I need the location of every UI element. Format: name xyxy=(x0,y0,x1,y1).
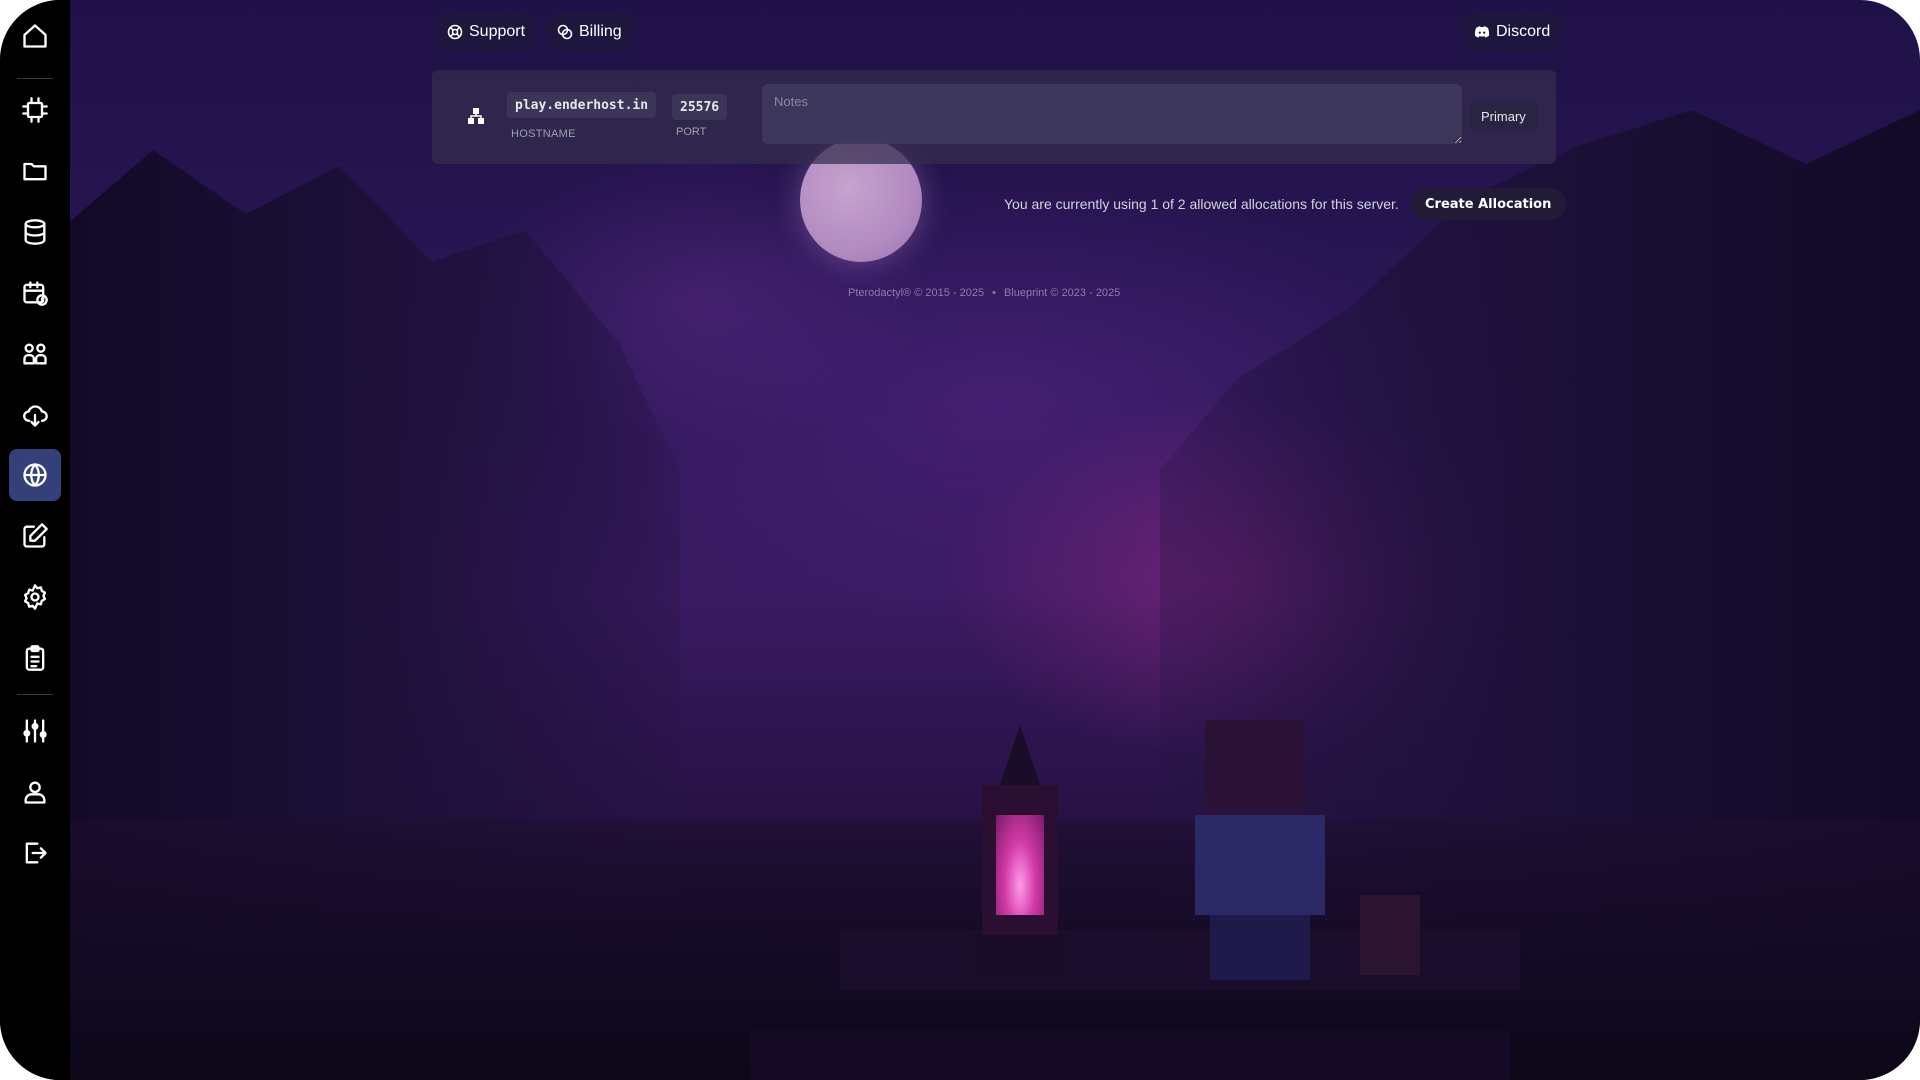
gear-icon xyxy=(23,584,47,610)
discord-button[interactable]: Discord xyxy=(1460,12,1565,52)
lifebuoy-icon xyxy=(447,24,463,40)
sidebar-item-databases[interactable] xyxy=(9,206,61,258)
footer-blueprint: Blueprint © 2023 - 2025 xyxy=(1003,287,1121,299)
sidebar-item-logout[interactable] xyxy=(9,827,61,879)
sidebar-item-backups[interactable] xyxy=(9,389,61,441)
coins-icon xyxy=(557,24,573,40)
sidebar-item-files[interactable] xyxy=(9,145,61,197)
billing-label: Billing xyxy=(579,23,622,40)
network-icon xyxy=(466,106,486,126)
sidebar-item-schedules[interactable] xyxy=(9,267,61,319)
primary-badge: Primary xyxy=(1469,101,1538,131)
background-stump xyxy=(1360,895,1420,975)
folder-icon xyxy=(23,162,47,181)
support-label: Support xyxy=(469,23,526,40)
sidebar-item-account[interactable] xyxy=(9,766,61,818)
globe-icon xyxy=(23,463,47,487)
notes-field[interactable] xyxy=(762,84,1462,144)
logout-icon xyxy=(25,842,47,864)
port-label: PORT xyxy=(676,126,707,138)
allocation-card: play.enderhost.in HOSTNAME 25576 PORT Pr… xyxy=(432,70,1556,164)
hostname-label: HOSTNAME xyxy=(511,128,576,140)
sidebar-item-activity[interactable] xyxy=(9,632,61,684)
footer: Pterodactyl® © 2015 - 2025 • Blueprint ©… xyxy=(848,287,1120,299)
sidebar-divider xyxy=(17,694,53,695)
calendar-clock-icon xyxy=(23,281,48,306)
allocation-usage-text: You are currently using 1 of 2 allowed a… xyxy=(1004,196,1399,212)
app-window: Support Billing Discord play.enderhost.i… xyxy=(0,0,1920,1080)
clipboard-icon xyxy=(25,645,45,671)
sidebar-item-admin[interactable] xyxy=(9,705,61,757)
users-icon xyxy=(23,343,47,365)
sidebar xyxy=(0,0,70,1080)
sidebar-item-startup[interactable] xyxy=(9,510,61,562)
sidebar-item-network[interactable] xyxy=(9,449,61,501)
cloud-download-icon xyxy=(23,405,48,427)
support-button[interactable]: Support xyxy=(433,12,540,52)
database-icon xyxy=(24,219,46,245)
edit-icon xyxy=(23,523,48,548)
background-dock-lower xyxy=(750,1030,1510,1080)
sidebar-item-console[interactable] xyxy=(9,84,61,136)
sidebar-item-home[interactable] xyxy=(9,10,61,62)
sliders-icon xyxy=(23,719,47,743)
sidebar-item-users[interactable] xyxy=(9,328,61,380)
create-allocation-button[interactable]: Create Allocation xyxy=(1410,188,1567,220)
background-lantern xyxy=(970,725,1070,975)
footer-pterodactyl: Pterodactyl® © 2015 - 2025 xyxy=(848,287,985,299)
hostname-value[interactable]: play.enderhost.in xyxy=(507,92,657,118)
cpu-icon xyxy=(22,97,48,123)
discord-label: Discord xyxy=(1496,23,1551,40)
background-character xyxy=(1195,720,1335,980)
footer-separator: • xyxy=(992,287,996,299)
user-icon xyxy=(24,781,46,804)
sidebar-divider xyxy=(17,78,53,79)
home-icon xyxy=(23,24,47,48)
discord-icon xyxy=(1474,24,1490,40)
sidebar-item-settings[interactable] xyxy=(9,571,61,623)
port-value[interactable]: 25576 xyxy=(672,94,728,120)
billing-button[interactable]: Billing xyxy=(543,12,636,52)
